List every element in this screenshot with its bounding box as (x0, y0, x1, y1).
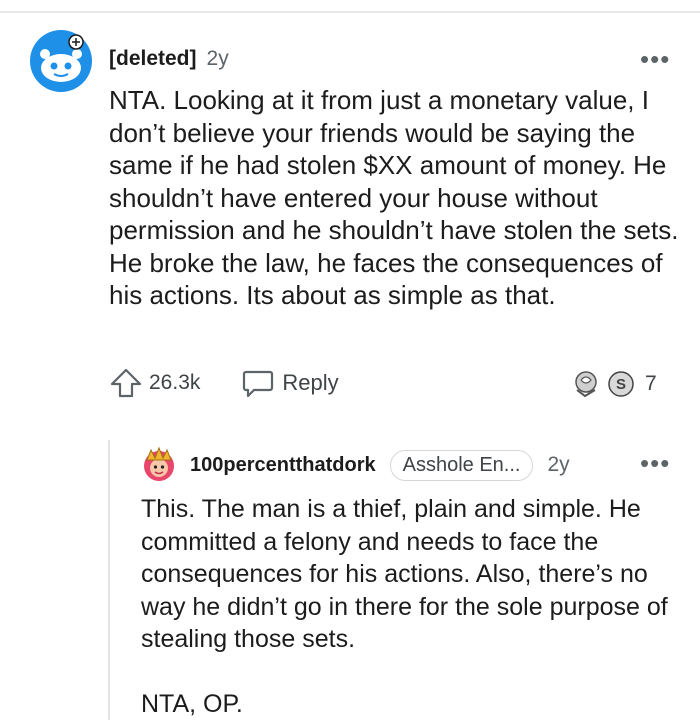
upvote-arrow-icon[interactable] (109, 366, 143, 400)
snoo-avatar-icon[interactable] (30, 30, 92, 92)
user-avatar-icon[interactable] (141, 446, 177, 484)
comment-age: 2y (206, 47, 229, 70)
reply-header: 100percentthatdork Asshole En... 2y (190, 448, 570, 482)
reply-paragraph-1: This. The man is a thief, plain and simp… (141, 495, 668, 653)
reply-paragraph-2: NTA, OP. (141, 689, 243, 718)
reply-author[interactable]: 100percentthatdork (190, 454, 376, 477)
award-count: 7 (645, 372, 657, 395)
awards[interactable]: S 7 (573, 370, 657, 398)
comment-score: 26.3k (149, 371, 201, 394)
speech-bubble-icon (243, 370, 274, 398)
user-flair[interactable]: Asshole En... (389, 449, 534, 481)
award-icon-1 (575, 371, 597, 398)
thread-line[interactable] (108, 440, 110, 720)
comment-author[interactable]: [deleted] (109, 47, 197, 71)
comment-body: NTA. Looking at it from just a monetary … (109, 85, 679, 310)
comment-actions: 26.3k Reply (109, 365, 339, 401)
reply-body: This. The man is a thief, plain and simp… (141, 493, 686, 720)
svg-text:S: S (616, 376, 626, 393)
reply-more-options-button[interactable]: ••• (640, 450, 670, 476)
more-options-button[interactable]: ••• (640, 46, 670, 72)
comment-header: [deleted] 2y (109, 44, 229, 74)
reply-age: 2y (547, 453, 570, 476)
reply-label: Reply (282, 370, 339, 395)
reply-button[interactable]: Reply (242, 368, 339, 398)
top-divider (0, 11, 700, 13)
award-icon-2: S (608, 371, 634, 397)
